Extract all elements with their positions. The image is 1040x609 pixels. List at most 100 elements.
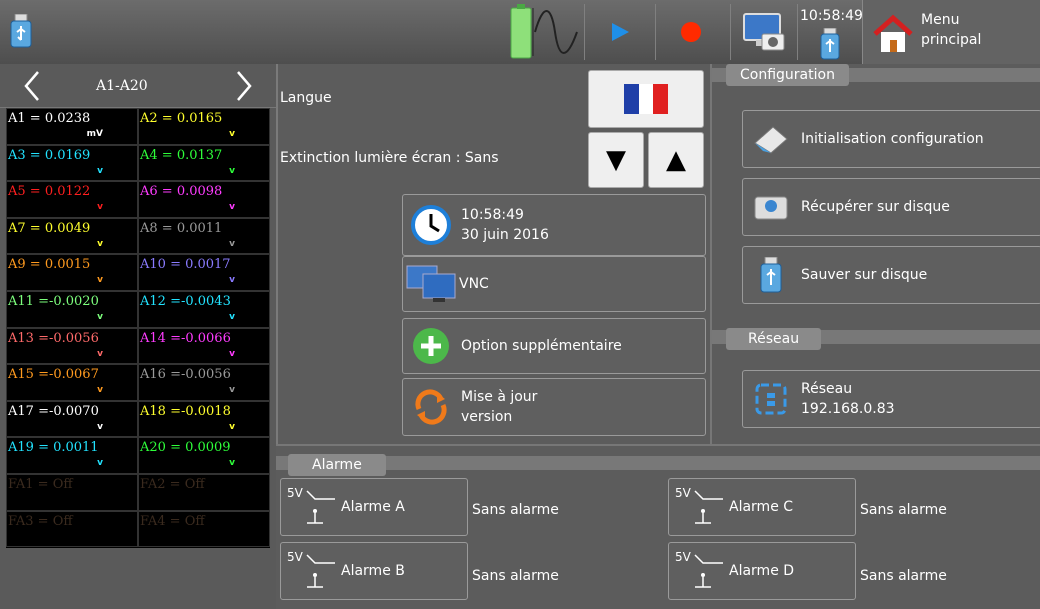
save-disk-button[interactable]: Sauver sur disque (742, 246, 1040, 304)
network-title: Réseau (726, 328, 822, 350)
channel-cell[interactable]: A10 = 0.0017 v (138, 254, 270, 291)
channel-value: A7 = 0.0049 (8, 220, 91, 236)
screenshot-button[interactable] (731, 0, 797, 64)
alarm-status: Sans alarme (860, 502, 947, 518)
channel-cell[interactable]: A4 = 0.0137 v (138, 144, 270, 182)
switch-symbol-text: 5V (287, 486, 304, 500)
channel-cell[interactable]: A3 = 0.0169 v (6, 144, 138, 182)
recover-disk-label: Récupérer sur disque (801, 199, 950, 215)
signal-display-button[interactable] (503, 0, 583, 64)
main-menu-button[interactable]: Menu principal (862, 0, 1040, 64)
alarm-button[interactable]: 5V Alarme C (668, 478, 856, 536)
channel-cell[interactable]: A2 = 0.0165 v (138, 108, 270, 145)
alarm-status: Sans alarme (860, 568, 947, 584)
channel-unit: v (229, 458, 235, 469)
channel-cell[interactable]: FA1 = Off (6, 474, 138, 511)
alarm-title: Alarme (288, 454, 386, 476)
decrease-button[interactable]: ▼ (588, 132, 644, 188)
channel-cell[interactable]: A19 = 0.0011 v (6, 437, 138, 474)
play-button[interactable] (585, 0, 655, 64)
plus-icon (411, 326, 451, 366)
language-flag-button[interactable] (588, 70, 704, 128)
alarm-status: Sans alarme (472, 568, 559, 584)
usb-drive-icon (751, 255, 791, 295)
channel-cell[interactable]: FA2 = Off (138, 474, 270, 511)
channel-cell[interactable]: A9 = 0.0015 v (6, 254, 138, 291)
increase-button[interactable]: ▲ (648, 132, 704, 188)
recover-disk-button[interactable]: Récupérer sur disque (742, 178, 1040, 236)
alarm-name: Alarme D (729, 563, 795, 579)
channel-value: A8 = 0.0011 (140, 220, 223, 236)
channel-unit: v (97, 165, 103, 176)
alarm-status: Sans alarme (472, 502, 559, 518)
channel-cell[interactable]: A15 =-0.0067 v (6, 364, 138, 401)
channel-value: A14 =-0.0066 (140, 330, 231, 346)
alarm-panel: Alarme 5V Alarme A Sans alarme 5V Alarme B Sa… (276, 444, 1040, 609)
init-config-button[interactable]: Initialisation configuration (742, 110, 1040, 168)
alarm-button[interactable]: 5V Alarme D (668, 542, 856, 600)
channel-value: A18 =-0.0018 (140, 403, 231, 419)
usb-icon[interactable] (10, 13, 32, 48)
channel-cell[interactable]: A6 = 0.0098 v (138, 181, 270, 218)
channel-cell[interactable]: A11 =-0.0020 v (6, 291, 138, 328)
channel-value: A16 =-0.0056 (140, 367, 231, 383)
channel-cell[interactable]: A5 = 0.0122 v (6, 181, 138, 218)
channel-cell[interactable]: A1 = 0.0238 mV (6, 108, 138, 145)
channel-value: A10 = 0.0017 (140, 257, 231, 273)
channel-cell[interactable]: FA4 = Off (138, 510, 270, 548)
channel-value: A20 = 0.0009 (140, 440, 231, 456)
chevron-right-icon[interactable] (234, 70, 254, 102)
alarm-button[interactable]: 5V Alarme B (280, 542, 468, 600)
channel-unit: v (97, 238, 103, 249)
channel-value: A1 = 0.0238 (8, 111, 91, 126)
channel-unit: v (97, 275, 103, 286)
alarm-name: Alarme C (729, 499, 794, 515)
channel-value: A5 = 0.0122 (8, 184, 91, 200)
channel-unit: v (97, 458, 103, 469)
datetime-button[interactable]: 10:58:49 30 juin 2016 (402, 194, 706, 256)
datetime-time: 10:58:49 (461, 207, 524, 223)
extra-option-label: Option supplémentaire (461, 338, 622, 354)
channel-value: FA4 = Off (140, 513, 205, 529)
channel-cell[interactable]: FA3 = Off (6, 510, 138, 548)
vnc-button[interactable]: VNC (402, 256, 706, 312)
channel-cell[interactable]: A18 =-0.0018 v (138, 400, 270, 438)
channel-cell[interactable]: A8 = 0.0011 v (138, 217, 270, 255)
channel-cell[interactable]: A13 =-0.0056 v (6, 327, 138, 365)
top-bar: 10:58:49 Menu principal (0, 0, 1040, 64)
channel-cell[interactable]: A12 =-0.0043 v (138, 291, 270, 328)
arrow-up-icon: ▲ (666, 145, 686, 175)
switch-symbol-icon: 5V (675, 486, 723, 524)
channel-value: A19 = 0.0011 (8, 440, 99, 456)
channel-cell[interactable]: A20 = 0.0009 v (138, 437, 270, 474)
channel-unit: v (97, 385, 103, 396)
network-ip: 192.168.0.83 (801, 401, 895, 417)
channel-value: A15 =-0.0067 (8, 367, 99, 383)
menu-label-line1: Menu (921, 12, 960, 28)
alarm-name: Alarme A (341, 499, 405, 515)
vnc-label: VNC (459, 276, 489, 292)
channel-cell[interactable]: A16 =-0.0056 v (138, 364, 270, 401)
channel-value: FA3 = Off (8, 513, 73, 529)
langue-label: Langue (280, 90, 332, 106)
channel-value: A6 = 0.0098 (140, 184, 223, 200)
channel-unit: v (229, 202, 235, 213)
extra-option-button[interactable]: Option supplémentaire (402, 318, 706, 374)
chevron-left-icon[interactable] (22, 70, 42, 102)
switch-symbol-text: 5V (675, 486, 692, 500)
channel-cell[interactable]: A17 =-0.0070 v (6, 400, 138, 438)
channel-unit: v (229, 165, 235, 176)
channel-value: A3 = 0.0169 (8, 147, 91, 163)
french-flag-icon (624, 84, 668, 114)
record-button[interactable] (656, 0, 726, 64)
channel-unit: v (97, 421, 103, 432)
save-disk-label: Sauver sur disque (801, 267, 928, 283)
network-button[interactable]: Réseau 192.168.0.83 (742, 370, 1040, 428)
monitors-icon (405, 264, 457, 304)
alarm-button[interactable]: 5V Alarme A (280, 478, 468, 536)
channel-unit: v (97, 312, 103, 322)
channel-cell[interactable]: A7 = 0.0049 v (6, 217, 138, 255)
channel-cell[interactable]: A14 =-0.0066 v (138, 327, 270, 365)
screen-capture-icon (743, 13, 785, 51)
update-button[interactable]: Mise à jour version (402, 378, 706, 436)
